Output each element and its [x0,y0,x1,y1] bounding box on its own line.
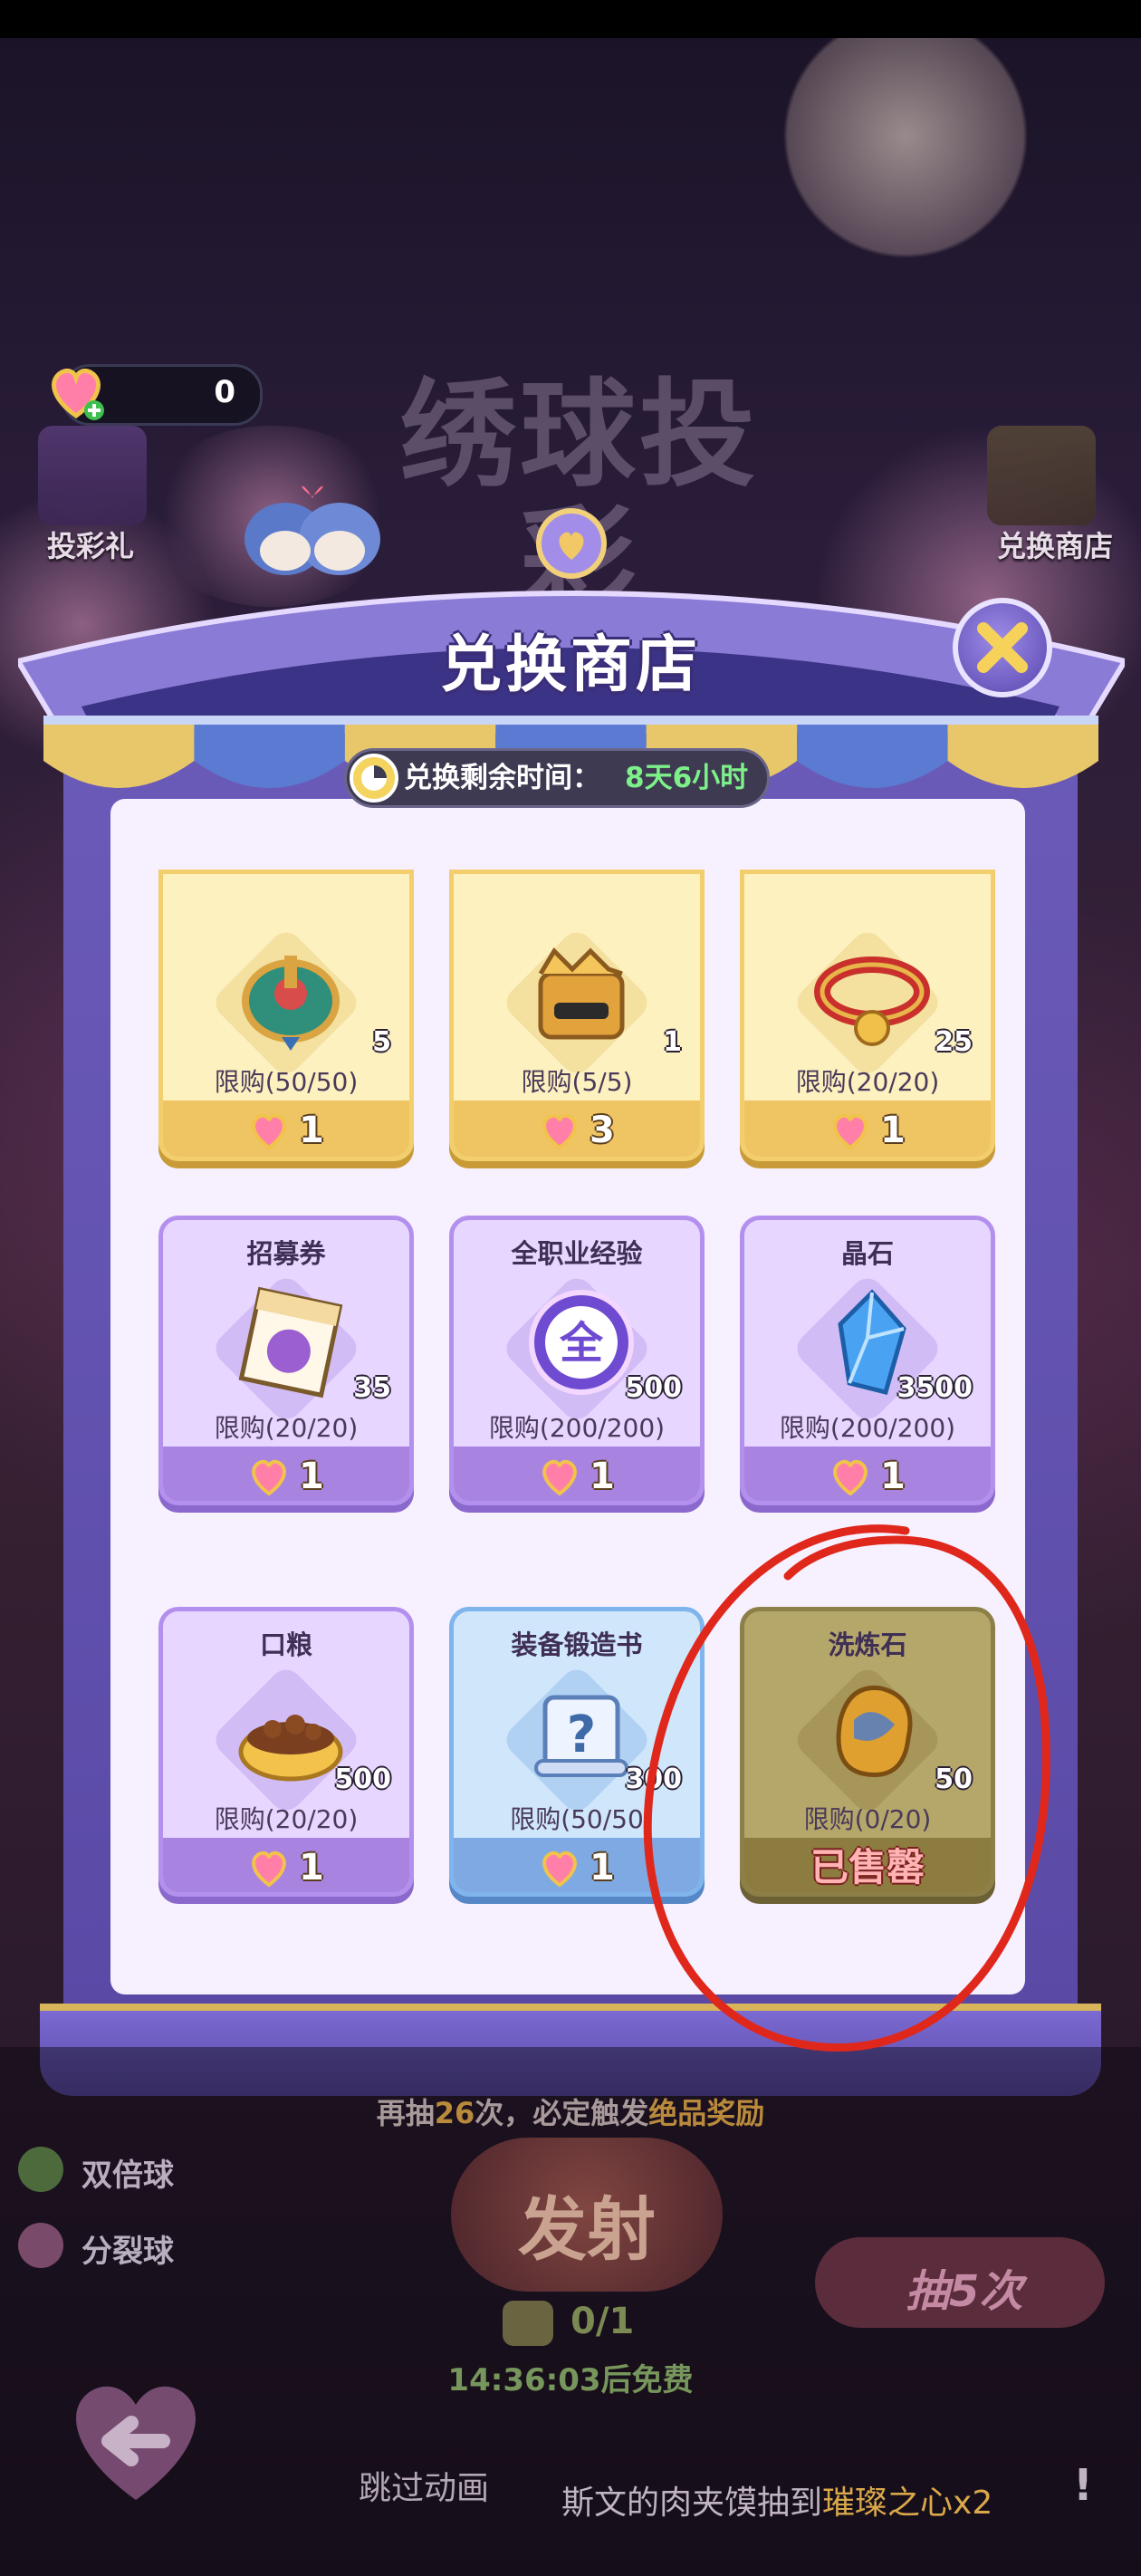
timer-label: 兑换剩余时间： [404,762,600,794]
item-price: 1 [590,1456,615,1497]
shop-item-card[interactable]: 1 限购(5/5) 3 [449,870,705,1161]
hint-prefix: 再抽 [376,2096,435,2130]
heart-token-icon [537,1845,582,1890]
item-purchase-limit: 限购(200/200) [779,1413,956,1443]
split-ball-icon[interactable] [18,2223,63,2268]
buy-button[interactable]: 1 [163,1838,409,1892]
food-bowl-icon [238,1715,343,1782]
item-purchase-limit: 限购(20/20) [214,1804,359,1834]
item-price: 1 [880,1110,906,1151]
ticket-count: 0/1 [570,2301,635,2342]
clock-icon [350,754,398,803]
fire-button-label[interactable]: 发射 [451,2174,723,2273]
item-quantity: 500 [334,1764,391,1795]
exp-orb-icon: 全 [529,1290,634,1395]
heart-token-icon [828,1108,873,1153]
item-quantity: 500 [625,1372,682,1404]
guarantee-hint: 再抽26次，必定触发绝品奖励 [0,2091,1141,2132]
shop-item-card[interactable]: 口粮 500 限购(20/20) 1 [158,1607,414,1897]
draw-ticker: 斯文的肉夹馍抽到璀璨之心x2 [561,2476,992,2523]
item-purchase-limit: 限购(200/200) [488,1413,666,1443]
shop-item-card[interactable]: 招募券 35 限购(20/20) 1 [158,1216,414,1505]
timer-value: 8天6小时 [625,762,749,794]
item-quantity: 5 [372,1026,391,1058]
item-quantity: 3500 [896,1372,973,1404]
heart-token-icon [246,1845,292,1890]
double-ball-icon[interactable] [18,2147,63,2192]
awning-scallop [194,761,345,788]
buy-button[interactable]: 1 [744,1101,991,1157]
awning-scallop [43,761,195,788]
buy-button[interactable]: 1 [454,1447,700,1501]
shop-item-card[interactable]: 5 限购(50/50) 1 [158,870,414,1161]
awning-stripe [947,725,1098,761]
item-price: 1 [299,1847,324,1889]
item-name: 晶石 [840,1238,894,1269]
spinning-top-icon [242,956,340,1051]
item-purchase-limit: 限购(20/20) [795,1067,940,1097]
shop-item-card[interactable]: 晶石 3500 限购(200/200) 1 [740,1216,995,1505]
item-price: 1 [880,1456,906,1497]
item-price: 1 [590,1847,615,1889]
awning-stripe [797,725,948,761]
buy-button[interactable]: 1 [744,1447,991,1501]
shop-item-card[interactable]: 25 限购(20/20) 1 [740,870,995,1161]
buy-button[interactable]: 1 [163,1447,409,1501]
split-ball-label[interactable]: 分裂球 [82,2226,174,2271]
shop-item-card[interactable]: 全职业经验全 500 限购(200/200) 1 [449,1216,705,1505]
item-price: 1 [299,1456,324,1497]
item-price: 3 [590,1110,615,1151]
ticker-prefix: 斯文的肉夹馍抽到 [561,2485,823,2522]
awning-stripe [194,725,345,761]
heart-token-icon [246,1108,292,1153]
annotation-circle [643,1524,1050,2052]
hint-reward: 绝品奖励 [648,2096,765,2130]
scroll-icon: ? [534,1695,628,1777]
awning-scallop [797,761,948,788]
collar-icon [814,956,930,1046]
hint-mid: 次，必定触发 [475,2096,649,2130]
item-purchase-limit: 限购(50/50) [214,1067,359,1097]
item-quantity: 1 [663,1026,682,1058]
buy-button[interactable]: 3 [454,1101,700,1157]
heart-token-icon [537,1454,582,1499]
item-name: 全职业经验 [511,1238,643,1269]
close-button[interactable] [953,598,1052,697]
currency-value: 0 [214,374,235,410]
awning-scallop [947,761,1098,788]
awning-stripe [43,725,195,761]
info-icon[interactable]: ! [1073,2460,1093,2511]
ticket-icon [238,1286,343,1399]
heart-token-icon[interactable] [42,358,110,427]
close-icon[interactable] [974,620,1031,676]
item-purchase-limit: 限购(20/20) [214,1413,359,1443]
item-name: 招募券 [246,1238,326,1269]
item-quantity: 35 [353,1372,391,1404]
heart-token-icon [828,1454,873,1499]
skip-animation-button[interactable]: 跳过动画 [359,2462,489,2509]
svg-text:全: 全 [559,1318,604,1369]
shop-title: 兑换商店 [439,630,701,701]
back-button[interactable] [54,2355,217,2509]
treasure-chest-icon [538,947,625,1040]
item-purchase-limit: 限购(5/5) [521,1067,633,1097]
item-price: 1 [299,1110,324,1151]
event-title: 绣球投彩 [399,367,759,625]
ticker-item: 璀璨之心x2 [822,2485,993,2522]
item-quantity: 25 [935,1026,973,1058]
heart-token-icon [246,1454,292,1499]
status-bar [0,0,1141,38]
item-name: 口粮 [259,1629,312,1660]
hint-count: 26 [434,2096,475,2130]
ticket-icon [503,2301,553,2346]
double-ball-label[interactable]: 双倍球 [82,2150,174,2195]
draw-five-label[interactable]: 抽5次 [906,2255,1022,2319]
buy-button[interactable]: 1 [163,1101,409,1157]
svg-text:?: ? [567,1706,596,1764]
heart-token-icon [537,1108,582,1153]
